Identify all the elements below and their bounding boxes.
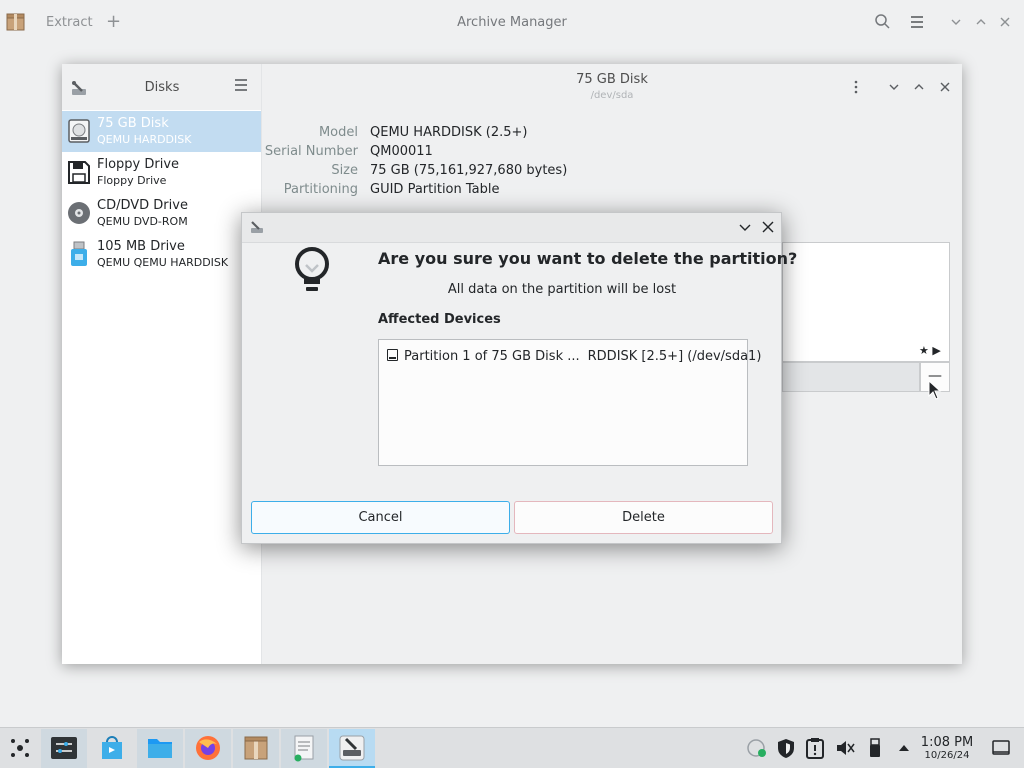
info-value: QM00011 [370, 144, 433, 159]
close-icon[interactable] [995, 12, 1015, 32]
dialog-heading: Are you sure you want to delete the part… [378, 249, 798, 268]
shield-icon[interactable] [775, 737, 797, 759]
drive-item-floppy[interactable]: Floppy Drive Floppy Drive [62, 152, 261, 193]
app-launcher-icon[interactable] [9, 737, 31, 759]
drive-sidebar: Disks 75 GB Disk QEMU HARDDISK Floppy Dr… [62, 64, 262, 664]
maximize-icon[interactable] [910, 78, 928, 96]
info-row-model: Model QEMU HARDDISK (2.5+) [262, 125, 962, 144]
taskbar-discover[interactable] [89, 729, 135, 768]
info-row-partitioning: Partitioning GUID Partition Table [262, 182, 962, 201]
info-key: Model [318, 125, 358, 140]
clock-date: 10/26/24 [924, 750, 970, 761]
window-title: Archive Manager [457, 15, 567, 30]
close-icon[interactable] [759, 218, 777, 236]
taskbar-text-editor[interactable] [281, 729, 327, 768]
info-value: GUID Partition Table [370, 182, 500, 197]
volume-actions[interactable]: ★ ▶ [919, 344, 941, 357]
delete-partition-dialog: Are you sure you want to delete the part… [241, 212, 797, 544]
list-item[interactable]: Partition 1 of 75 GB Disk ... RDDISK [2.5… [387, 349, 761, 364]
archive-manager-titlebar: Extract + Archive Manager [0, 0, 1024, 46]
package-icon [244, 736, 268, 760]
disk-header: 75 GB Disk /dev/sda [262, 64, 962, 110]
affected-devices-label: Affected Devices [378, 312, 501, 327]
affected-devices-list[interactable]: Partition 1 of 75 GB Disk ... RDDISK [2.5… [378, 339, 761, 466]
info-row-serial: Serial Number QM00011 [262, 144, 962, 163]
device-detail: RDDISK [2.5+] (/dev/sda1) [587, 349, 762, 364]
taskbar-firefox[interactable] [185, 729, 231, 768]
info-value: 75 GB (75,161,927,680 bytes) [370, 163, 568, 178]
taskbar-file-manager[interactable] [137, 729, 183, 768]
minimize-icon[interactable] [946, 12, 966, 32]
clock-time: 1:08 PM [920, 735, 974, 750]
taskbar-disks[interactable] [329, 729, 375, 768]
disks-app-icon [251, 221, 263, 233]
delete-button[interactable]: Delete [514, 501, 773, 534]
drive-item-75gb-disk[interactable]: 75 GB Disk QEMU HARDDISK [62, 111, 261, 152]
discover-store-icon [102, 736, 122, 759]
minimize-icon[interactable] [885, 78, 903, 96]
sidebar-header: Disks [62, 64, 261, 110]
package-icon [6, 13, 25, 31]
drive-model: Floppy Drive [97, 174, 167, 187]
hamburger-menu-icon[interactable] [907, 12, 927, 32]
hamburger-menu-icon[interactable] [233, 77, 249, 93]
drive-model: QEMU QEMU HARDDISK [97, 256, 229, 269]
cancel-button[interactable]: Cancel [251, 501, 510, 534]
drive-model: QEMU HARDDISK [97, 133, 192, 146]
optical-disc-icon [68, 202, 90, 224]
firefox-icon [196, 736, 220, 760]
info-key: Partitioning [283, 182, 358, 197]
lightbulb-icon [295, 247, 329, 291]
extract-button[interactable]: Extract [46, 15, 93, 30]
hard-disk-icon [68, 119, 90, 143]
tray-expand-icon[interactable] [893, 737, 915, 759]
close-icon[interactable] [936, 78, 954, 96]
drive-name: CD/DVD Drive [97, 198, 188, 213]
system-settings-icon [51, 737, 77, 759]
maximize-icon[interactable] [971, 12, 991, 32]
mouse-cursor-icon [928, 380, 942, 400]
disks-app-icon [339, 735, 365, 761]
folder-icon [148, 739, 172, 758]
drive-name: 105 MB Drive [97, 239, 185, 254]
drive-name: Floppy Drive [97, 157, 180, 172]
taskbar: 1:08 PM 10/26/24 [0, 727, 1024, 768]
info-key: Size [331, 163, 358, 178]
text-editor-icon [294, 735, 314, 762]
clock[interactable]: 1:08 PM 10/26/24 [918, 736, 976, 762]
sidebar-title: Disks [144, 80, 180, 95]
info-row-size: Size 75 GB (75,161,927,680 bytes) [262, 163, 962, 182]
dialog-titlebar [242, 213, 781, 243]
volume-toolbar [782, 362, 920, 392]
drive-name: 75 GB Disk [97, 116, 169, 131]
search-icon[interactable] [873, 12, 893, 32]
usb-icon[interactable] [864, 737, 886, 759]
info-key: Serial Number [264, 144, 358, 159]
taskbar-system-settings[interactable] [41, 729, 87, 768]
clipboard-icon[interactable] [804, 737, 826, 759]
add-icon[interactable]: + [106, 11, 121, 32]
volume-muted-icon[interactable] [834, 737, 856, 759]
drive-model: QEMU DVD-ROM [97, 215, 188, 228]
usb-drive-icon [71, 241, 87, 266]
show-desktop-icon[interactable] [990, 737, 1012, 759]
device-name: Partition 1 of 75 GB Disk ... [404, 349, 580, 364]
more-options-icon[interactable] [847, 78, 865, 96]
network-status-icon[interactable] [746, 737, 768, 759]
dialog-subtext: All data on the partition will be lost [447, 282, 677, 297]
floppy-icon [68, 161, 90, 184]
minimize-icon[interactable] [736, 218, 754, 236]
drive-item-cd-dvd[interactable]: CD/DVD Drive QEMU DVD-ROM [62, 193, 261, 234]
info-value: QEMU HARDDISK (2.5+) [370, 125, 528, 140]
taskbar-archive-manager[interactable] [233, 729, 279, 768]
drive-icon [387, 349, 398, 361]
drive-item-105mb[interactable]: 105 MB Drive QEMU QEMU HARDDISK [62, 234, 261, 275]
